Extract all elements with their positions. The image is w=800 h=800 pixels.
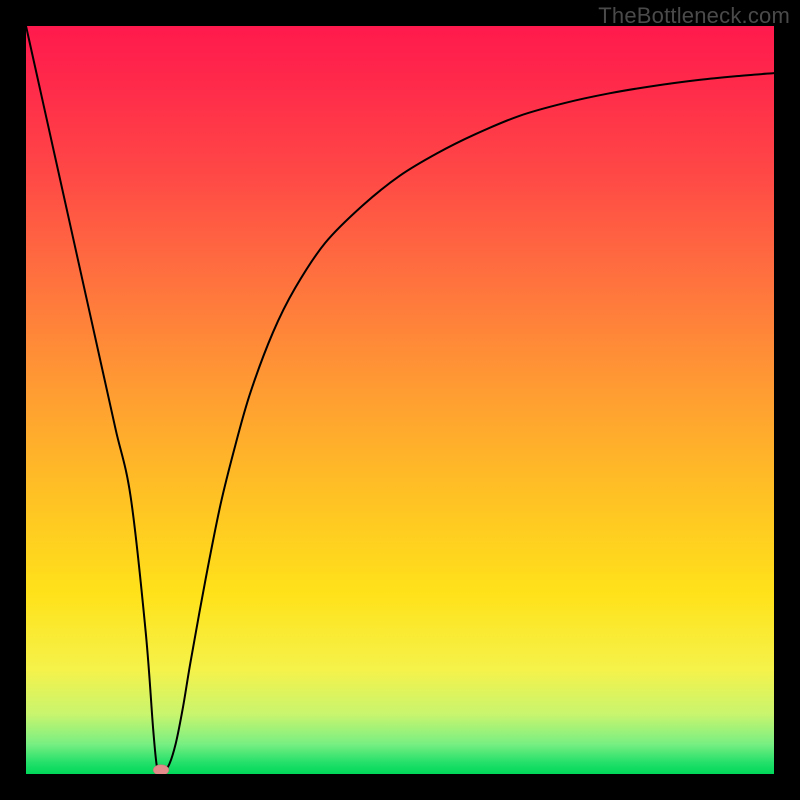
watermark-text: TheBottleneck.com	[598, 3, 790, 29]
optimal-point-marker	[153, 765, 169, 774]
plot-area	[26, 26, 774, 774]
bottleneck-curve	[26, 26, 774, 774]
chart-frame: TheBottleneck.com	[0, 0, 800, 800]
